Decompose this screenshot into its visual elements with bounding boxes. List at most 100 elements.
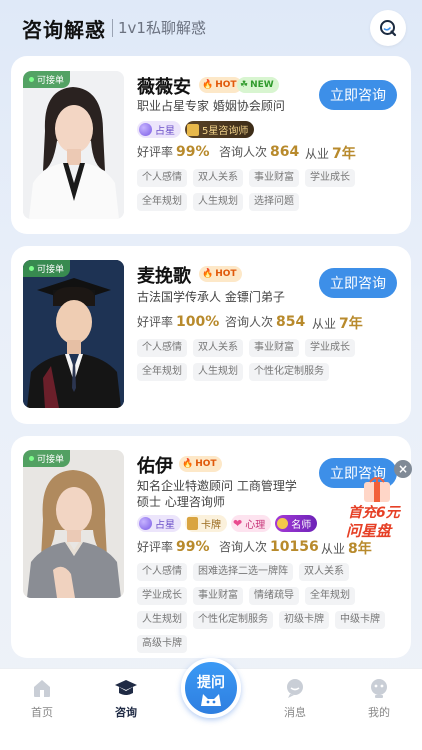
nav-mine[interactable]: 我的 — [349, 677, 409, 720]
consult-now-button[interactable]: 立即咨询 — [319, 80, 397, 110]
nav-message[interactable]: 消息 — [265, 677, 325, 720]
rating-stat: 好评率 99% — [137, 539, 210, 555]
search-icon — [380, 20, 397, 37]
tag-chip: 学业成长 — [137, 587, 187, 605]
available-label: 可接单 — [37, 76, 65, 86]
tag-chip: 事业财富 — [249, 339, 299, 357]
graduation-cap-icon — [115, 680, 137, 695]
years-stat: 从业 7年 — [305, 146, 356, 162]
close-promo-button[interactable]: × — [394, 460, 412, 478]
rating-stat: 好评率 100% — [137, 314, 220, 330]
tag-chip: 全年规划 — [137, 193, 187, 211]
tag-chip: 全年规划 — [305, 587, 355, 605]
first-recharge-promo[interactable]: × 首充6元 问星盘 — [342, 460, 414, 546]
crown-icon — [277, 518, 289, 529]
tag-chip: 困难选择二选一牌阵 — [193, 563, 293, 581]
advisor-card[interactable]: 可接单 薇薇安 🔥 HOT ☘ NEW 立即咨询 职业占星专家 婚姻协会顾问 占星 … — [11, 56, 411, 234]
master-cert: 名师 — [275, 515, 318, 532]
tag-chip: 个人感情 — [137, 339, 187, 357]
advisor-name: 佑伊 — [137, 456, 173, 477]
tag-chip: 双人关系 — [193, 169, 243, 187]
promo-line-2: 问星盘 — [346, 522, 392, 540]
tag-chip: 初级卡牌 — [279, 611, 329, 629]
five-star-cert: 5星咨询师 — [185, 121, 255, 138]
fire-icon: 🔥 — [202, 80, 214, 90]
ask-question-button[interactable]: 提问 — [181, 658, 241, 718]
astrology-cert: 占星 — [137, 515, 181, 532]
tag-chip: 人生规划 — [137, 611, 187, 629]
psychology-cert: ❤ 心理 — [231, 515, 272, 532]
tag-chip: 学业成长 — [305, 169, 355, 187]
tag-chip: 情绪疏导 — [249, 587, 299, 605]
years-stat: 从业 7年 — [312, 316, 363, 332]
advisor-portrait — [23, 71, 124, 219]
message-icon — [287, 679, 303, 698]
count-stat: 咨询人次 854 — [225, 314, 306, 330]
tag-chip: 个性化定制服务 — [249, 363, 329, 381]
nav-message-label: 消息 — [284, 706, 306, 719]
count-stat: 咨询人次 864 — [219, 144, 300, 160]
promo-line-1: 首充6元 — [348, 505, 400, 521]
cert-badges: 占星 5星咨询师 — [137, 121, 255, 138]
advisor-photo: 可接单 — [23, 71, 124, 219]
tag-chip: 中级卡牌 — [335, 611, 385, 629]
nav-home-label: 首页 — [31, 706, 53, 719]
service-tags: 个人感情 双人关系 事业财富 学业成长 全年规划 人生规划 个性化定制服务 — [137, 339, 403, 381]
advisor-description: 知名企业特邀顾问 工商管理学硕士 心理咨询师 — [137, 479, 297, 509]
nav-consult-label: 咨询 — [115, 706, 137, 719]
fire-icon: 🔥 — [182, 459, 194, 469]
tag-chip: 个性化定制服务 — [193, 611, 273, 629]
tag-chip: 人生规划 — [193, 363, 243, 381]
advisor-card[interactable]: 可接单 麦挽歌 🔥 HOT 立即咨询 古法国学传承人 金镖门弟子 好评率 100% … — [11, 246, 411, 424]
nav-mine-label: 我的 — [368, 706, 390, 719]
available-badge: 可接单 — [23, 260, 71, 277]
nav-consult[interactable]: 咨询 — [96, 677, 156, 720]
hot-badge: 🔥 HOT — [199, 266, 242, 282]
tag-chip: 双人关系 — [193, 339, 243, 357]
page-title: 咨询解惑 — [22, 18, 106, 42]
cat-mascot-icon — [201, 694, 221, 706]
available-label: 可接单 — [37, 455, 65, 465]
advisor-description: 职业占星专家 婚姻协会顾问 — [137, 99, 285, 113]
crystal-ball-icon — [139, 123, 152, 136]
advisor-name: 麦挽歌 — [137, 266, 191, 287]
advisor-photo: 可接单 — [23, 260, 124, 408]
hot-badge: 🔥 HOT — [179, 456, 222, 472]
home-icon — [34, 680, 50, 697]
available-label: 可接单 — [37, 265, 65, 275]
advisor-stats: 好评率 99% 咨询人次 864 从业 7年 — [137, 143, 397, 163]
tag-chip: 事业财富 — [249, 169, 299, 187]
clover-icon: ☘ — [240, 80, 249, 90]
card-icon — [187, 517, 198, 530]
advisor-portrait — [23, 450, 124, 598]
advisor-photo: 可接单 — [23, 450, 124, 598]
advisor-description: 古法国学传承人 金镖门弟子 — [137, 290, 285, 304]
count-stat: 咨询人次 10156 — [219, 539, 319, 555]
profile-icon — [371, 679, 387, 698]
tag-chip: 选择问题 — [249, 193, 299, 211]
ask-label: 提问 — [197, 675, 225, 691]
service-tags: 个人感情 双人关系 事业财富 学业成长 全年规划 人生规划 选择问题 — [137, 169, 403, 211]
tag-chip: 全年规划 — [137, 363, 187, 381]
tag-chip: 双人关系 — [299, 563, 349, 581]
search-button[interactable] — [370, 10, 406, 46]
fire-icon: 🔥 — [202, 269, 214, 279]
service-tags: 个人感情 困难选择二选一牌阵 双人关系 学业成长 事业财富 情绪疏导 全年规划 … — [137, 563, 403, 653]
available-badge: 可接单 — [23, 71, 71, 88]
advisor-stats: 好评率 100% 咨询人次 854 从业 7年 — [137, 313, 397, 333]
cert-badges: 占星 卡牌 ❤ 心理 名师 — [137, 515, 318, 532]
nav-home[interactable]: 首页 — [12, 677, 72, 720]
heart-icon: ❤ — [233, 517, 243, 530]
tag-chip: 学业成长 — [305, 339, 355, 357]
tag-chip: 高级卡牌 — [137, 635, 187, 653]
tag-chip: 人生规划 — [193, 193, 243, 211]
advisor-name: 薇薇安 — [137, 77, 191, 98]
astrology-cert: 占星 — [137, 121, 181, 138]
consult-now-button[interactable]: 立即咨询 — [319, 268, 397, 298]
tag-chip: 个人感情 — [137, 563, 187, 581]
title-divider — [112, 19, 113, 37]
tarot-cert: 卡牌 — [185, 515, 227, 532]
rating-stat: 好评率 99% — [137, 144, 210, 160]
hot-badge: 🔥 HOT — [199, 77, 242, 93]
crystal-ball-icon — [139, 517, 152, 530]
